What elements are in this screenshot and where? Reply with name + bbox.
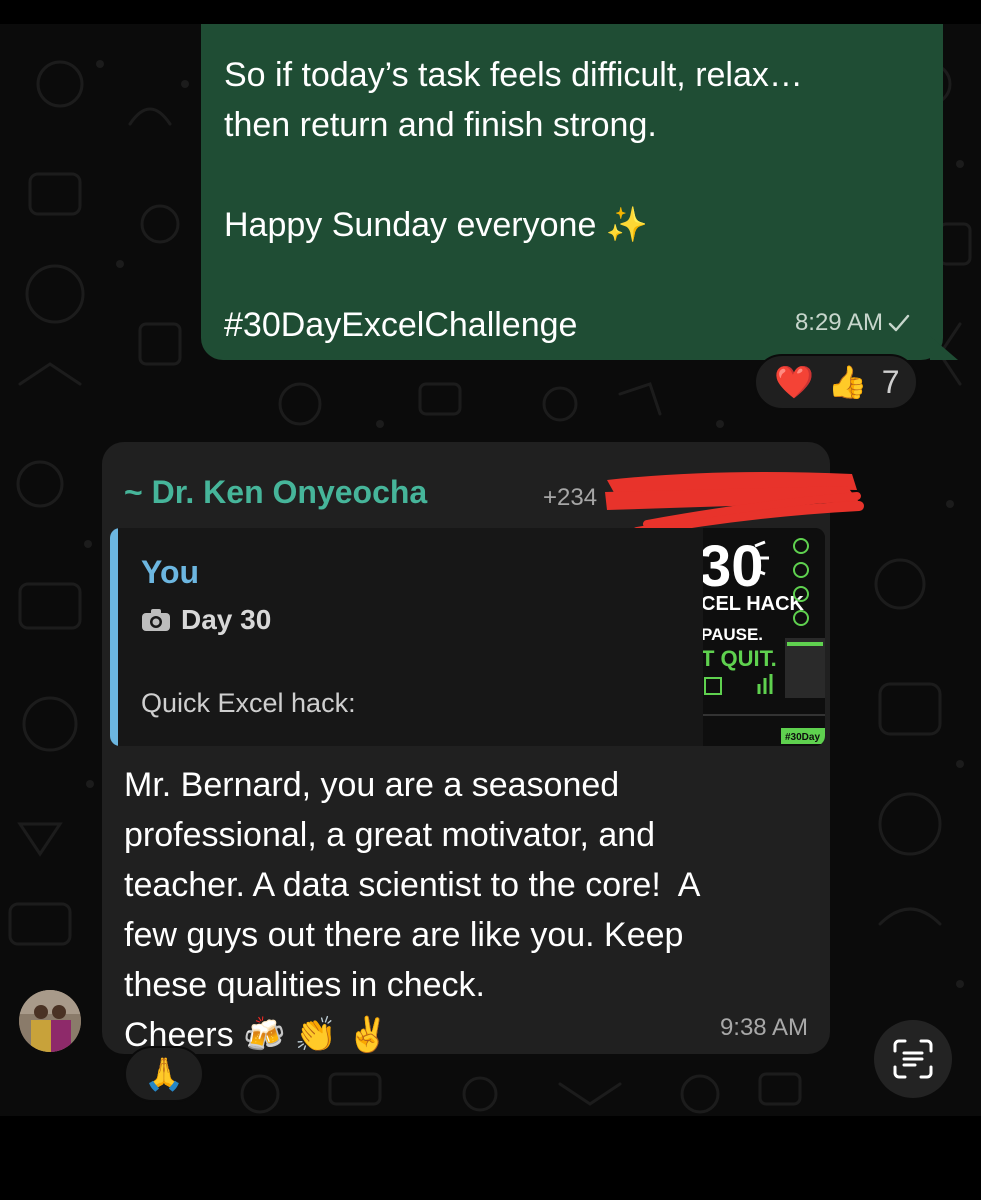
thumb-line2: PAUSE. bbox=[703, 625, 763, 644]
thumb-hashtag: #30Day bbox=[785, 732, 820, 743]
scan-text-icon bbox=[893, 1039, 933, 1079]
heart-reaction: ❤️ bbox=[774, 363, 814, 401]
thumb-line3: T QUIT. bbox=[703, 646, 777, 671]
message-line: Happy Sunday everyone ✨ bbox=[224, 206, 649, 244]
message-line: Mr. Bernard, you are a seasoned bbox=[124, 766, 620, 804]
quoted-title: Day 30 bbox=[141, 604, 271, 636]
quoted-thumbnail[interactable]: 30 CEL HACK PAUSE. T QUIT. #30Day bbox=[703, 528, 825, 746]
message-time: 9:38 AM bbox=[719, 1014, 808, 1041]
thumbs-up-reaction: 👍 bbox=[827, 363, 868, 401]
message-line: Cheers 🍻 👏 ✌️ bbox=[124, 1016, 389, 1054]
thumbnail-graphic: 30 CEL HACK PAUSE. T QUIT. #30Day bbox=[703, 528, 825, 746]
incoming-message-text: Mr. Bernard, you are a seasoned professi… bbox=[124, 760, 814, 1060]
sender-name[interactable]: ~ Dr. Ken Onyeocha bbox=[124, 474, 427, 511]
check-icon bbox=[888, 314, 910, 332]
incoming-reaction[interactable]: 🙏 bbox=[124, 1046, 204, 1102]
quoted-message[interactable]: You Day 30 Quick Excel hack: 30 CEL HACK bbox=[110, 528, 825, 746]
pray-reaction: 🙏 bbox=[144, 1055, 184, 1093]
camera-icon bbox=[142, 609, 170, 631]
message-meta: 8:29 AM bbox=[795, 298, 911, 348]
reaction-count: 7 bbox=[881, 363, 900, 400]
message-line: these qualities in check. bbox=[124, 966, 485, 1004]
chat-area[interactable]: So if today’s task feels difficult, rela… bbox=[0, 24, 981, 1116]
thumb-number: 30 bbox=[703, 534, 764, 599]
thumb-line1: CEL HACK bbox=[703, 593, 805, 615]
message-line: teacher. A data scientist to the core! A bbox=[124, 866, 701, 904]
quoted-title-text: Day 30 bbox=[181, 604, 272, 635]
avatar[interactable] bbox=[19, 990, 81, 1052]
incoming-message-bubble[interactable]: ~ Dr. Ken Onyeocha +234 You Day 30 Quick… bbox=[102, 442, 864, 1054]
avatar-image bbox=[19, 990, 81, 1052]
message-reactions[interactable]: ❤️ 👍 7 bbox=[754, 354, 918, 410]
message-line: then return and finish strong. bbox=[224, 106, 657, 144]
message-line: So if today’s task feels difficult, rela… bbox=[224, 56, 803, 94]
scan-text-button[interactable] bbox=[874, 1020, 952, 1098]
sender-phone: +234 bbox=[543, 484, 598, 511]
message-line: professional, a great motivator, and bbox=[124, 816, 656, 854]
quoted-snippet: Quick Excel hack: bbox=[141, 688, 356, 718]
quote-accent-bar bbox=[110, 528, 118, 746]
message-line: few guys out there are like you. Keep bbox=[124, 916, 684, 954]
quoted-author: You bbox=[141, 554, 200, 590]
message-time: 8:29 AM bbox=[794, 309, 883, 336]
outgoing-message-bubble[interactable]: So if today’s task feels difficult, rela… bbox=[201, 24, 943, 360]
